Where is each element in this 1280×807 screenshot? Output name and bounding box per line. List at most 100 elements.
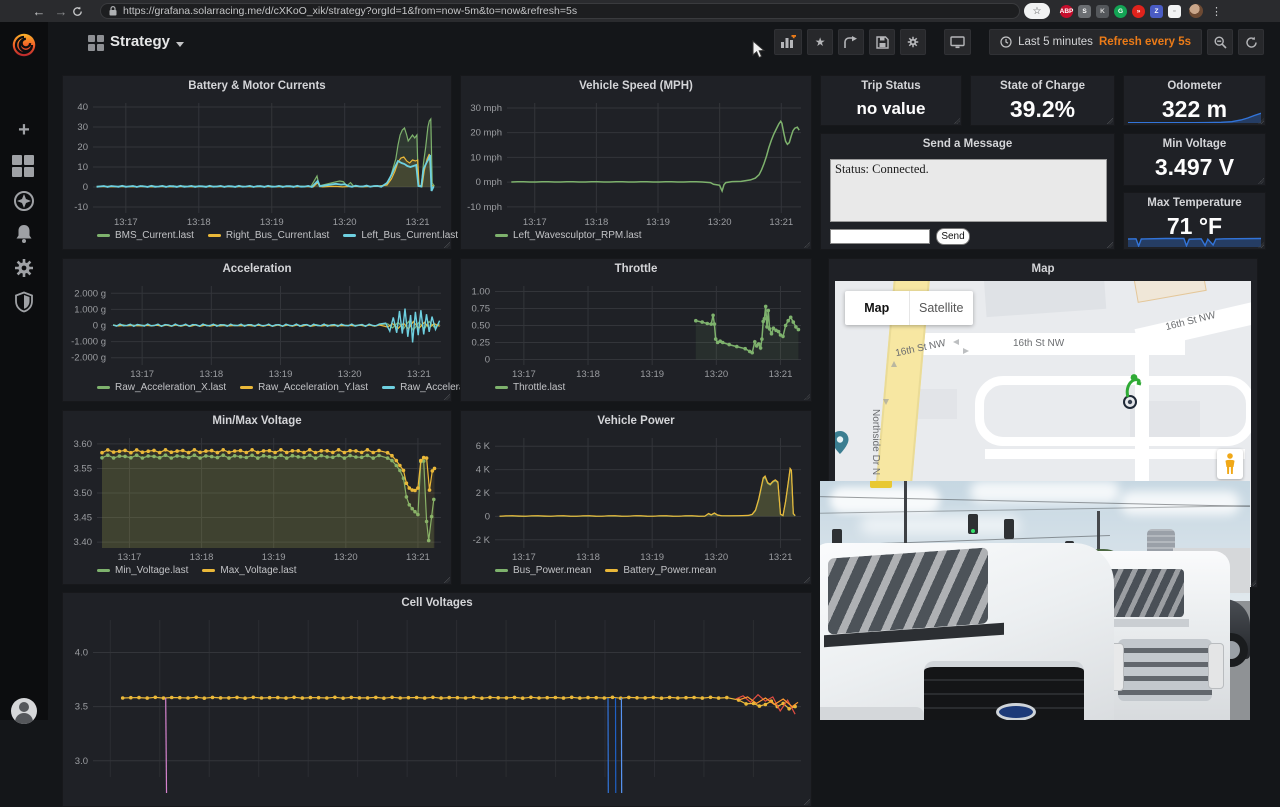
legend-item[interactable]: Right_Bus_Current.last — [207, 230, 329, 241]
svg-text:40: 40 — [77, 102, 88, 113]
minmax-voltage-chart[interactable]: 13:17 13:18 13:19 13:20 13:21 3.40 3.45 3.50 3.5… — [63, 431, 451, 564]
dashboard-settings-button[interactable] — [900, 29, 927, 55]
sidebar-add-icon[interactable]: + — [12, 119, 36, 143]
svg-text:13:21: 13:21 — [407, 369, 431, 380]
panel-title[interactable]: Cell Voltages — [63, 593, 811, 613]
chart-legend[interactable]: Throttle.last — [461, 381, 811, 393]
time-range-picker[interactable]: Last 5 minutes Refresh every 5s — [989, 29, 1202, 55]
browser-profile-avatar[interactable] — [1189, 4, 1203, 18]
lock-icon — [109, 6, 117, 16]
acceleration-chart[interactable]: 13:17 13:18 13:19 13:20 13:21 -2.000 g -1.000 … — [63, 279, 451, 381]
dashboard-title[interactable]: Strategy — [110, 33, 170, 50]
dashboard-grid-icon[interactable] — [88, 35, 104, 51]
bookmark-star-icon[interactable]: ☆ — [1024, 3, 1050, 19]
svg-text:3.50: 3.50 — [74, 488, 93, 499]
legend-item[interactable]: Min_Voltage.last — [97, 565, 188, 576]
panel-title[interactable]: Min Voltage — [1124, 134, 1265, 154]
map-pin-icon[interactable] — [835, 431, 849, 455]
sidebar-server-admin-icon[interactable] — [12, 290, 36, 314]
legend-item[interactable]: Left_Wavesculptor_RPM.last — [495, 230, 642, 241]
panel-title[interactable]: Acceleration — [63, 259, 451, 279]
chevron-down-icon[interactable] — [176, 42, 184, 47]
legend-label: Left_Wavesculptor_RPM.last — [513, 230, 642, 241]
sidebar-explore-icon[interactable] — [12, 189, 36, 213]
chart-legend[interactable]: Raw_Acceleration_X.last Raw_Acceleration_… — [63, 381, 511, 393]
extension-icon[interactable]: G — [1114, 4, 1127, 18]
message-log[interactable]: Status: Connected. — [830, 159, 1107, 222]
legend-item[interactable]: Max_Voltage.last — [202, 565, 297, 576]
zoom-out-button[interactable] — [1207, 29, 1233, 55]
browser-menu-icon[interactable]: ⋮ — [1211, 5, 1222, 18]
reload-icon[interactable] — [72, 6, 94, 17]
panel-title[interactable]: Throttle — [461, 259, 811, 279]
share-dashboard-button[interactable] — [838, 29, 865, 55]
van-windshield — [828, 547, 988, 635]
vehicle-power-chart[interactable]: 13:17 13:18 13:19 13:20 13:21 -2 K 0 2 K 4 K 6 K — [461, 431, 811, 564]
vehicle-position-marker[interactable] — [1118, 373, 1144, 409]
panel-trip-status: Trip Status no value — [820, 75, 962, 126]
panel-throttle: Throttle 13:17 13:18 13:19 13:20 13:21 0 0.25 0… — [460, 258, 812, 402]
svg-text:13:19: 13:19 — [640, 552, 664, 563]
panel-title[interactable]: Vehicle Speed (MPH) — [461, 76, 811, 96]
cycle-view-mode-button[interactable] — [944, 29, 972, 55]
add-panel-button[interactable] — [774, 29, 803, 55]
legend-label: BMS_Current.last — [115, 230, 194, 241]
extension-icon[interactable]: K — [1096, 4, 1109, 18]
panel-title[interactable]: Trip Status — [821, 76, 961, 96]
panel-title[interactable]: Min/Max Voltage — [63, 411, 451, 431]
legend-item[interactable]: Battery_Power.mean — [605, 565, 716, 576]
panel-title[interactable]: Odometer — [1124, 76, 1265, 96]
forward-icon[interactable]: → — [50, 4, 72, 19]
battery-currents-chart[interactable]: 13:17 13:18 13:19 13:20 13:21 -10 0 10 20 30 40 — [63, 96, 451, 229]
svg-text:20 mph: 20 mph — [470, 128, 502, 139]
address-bar[interactable]: https://grafana.solarracing.me/d/cXKoO_x… — [100, 3, 1020, 19]
legend-item[interactable]: Left_Bus_Current.last — [343, 230, 458, 241]
cell-voltages-chart[interactable]: 3.0 3.5 4.0 — [63, 613, 811, 793]
back-icon[interactable]: ← — [28, 4, 50, 19]
vehicle-speed-chart[interactable]: 13:17 13:18 13:19 13:20 13:21 -10 mph 0 mph 10 … — [461, 96, 811, 229]
extension-icon[interactable]: ABP — [1060, 4, 1073, 18]
panel-title[interactable]: Battery & Motor Currents — [63, 76, 451, 96]
extension-icon[interactable]: S — [1078, 4, 1091, 18]
extension-icon[interactable]: » — [1132, 4, 1145, 18]
throttle-chart[interactable]: 13:17 13:18 13:19 13:20 13:21 0 0.25 0.50 0.75 1.… — [461, 279, 811, 381]
extension-icon[interactable]: Z — [1150, 4, 1163, 18]
extension-icon[interactable]: ▫ — [1168, 4, 1181, 18]
legend-item[interactable]: Raw_Acceleration_Y.last — [240, 382, 368, 393]
user-avatar[interactable] — [11, 698, 37, 724]
panel-title[interactable]: Map — [829, 259, 1257, 279]
satellite-button[interactable]: Satellite — [908, 291, 974, 325]
panel-title[interactable]: Max Temperature — [1124, 193, 1265, 213]
chart-legend[interactable]: BMS_Current.last Right_Bus_Current.last Le… — [63, 229, 458, 241]
panel-title[interactable]: Send a Message — [821, 134, 1114, 154]
webcam-video-overlay[interactable] — [820, 481, 1250, 720]
sidebar-alerting-icon[interactable] — [12, 222, 36, 246]
star-dashboard-button[interactable]: ★ — [807, 29, 834, 55]
grafana-logo[interactable] — [9, 30, 39, 60]
chart-legend[interactable]: Left_Wavesculptor_RPM.last — [461, 229, 811, 241]
panel-title[interactable]: State of Charge — [971, 76, 1114, 96]
message-input[interactable] — [830, 229, 930, 244]
refresh-dashboard-button[interactable] — [1238, 29, 1264, 55]
legend-item[interactable]: BMS_Current.last — [97, 230, 194, 241]
legend-color-dash — [495, 569, 508, 572]
legend-color-dash — [97, 234, 110, 237]
sidebar-configuration-icon[interactable] — [12, 256, 36, 280]
chart-legend[interactable]: Min_Voltage.last Max_Voltage.last — [63, 564, 451, 576]
map-road — [985, 449, 1245, 459]
save-dashboard-button[interactable] — [869, 29, 896, 55]
legend-item[interactable]: Raw_Acceleration_X.last — [97, 382, 226, 393]
panel-title[interactable]: Vehicle Power — [461, 411, 811, 431]
url-text[interactable]: https://grafana.solarracing.me/d/cXKoO_x… — [123, 5, 577, 17]
chart-legend[interactable]: Bus_Power.mean Battery_Power.mean — [461, 564, 811, 576]
mouse-cursor — [752, 40, 765, 59]
svg-text:20: 20 — [77, 142, 88, 153]
legend-item[interactable]: Bus_Power.mean — [495, 565, 591, 576]
ford-oval-badge — [996, 703, 1036, 720]
map-button[interactable]: Map — [845, 291, 909, 325]
legend-item[interactable]: Throttle.last — [495, 382, 565, 393]
send-button[interactable]: Send — [936, 228, 970, 245]
pegman-control[interactable] — [1217, 449, 1243, 479]
refresh-interval-label[interactable]: Refresh every 5s — [1099, 36, 1191, 48]
sidebar-dashboards-icon[interactable] — [12, 155, 36, 179]
